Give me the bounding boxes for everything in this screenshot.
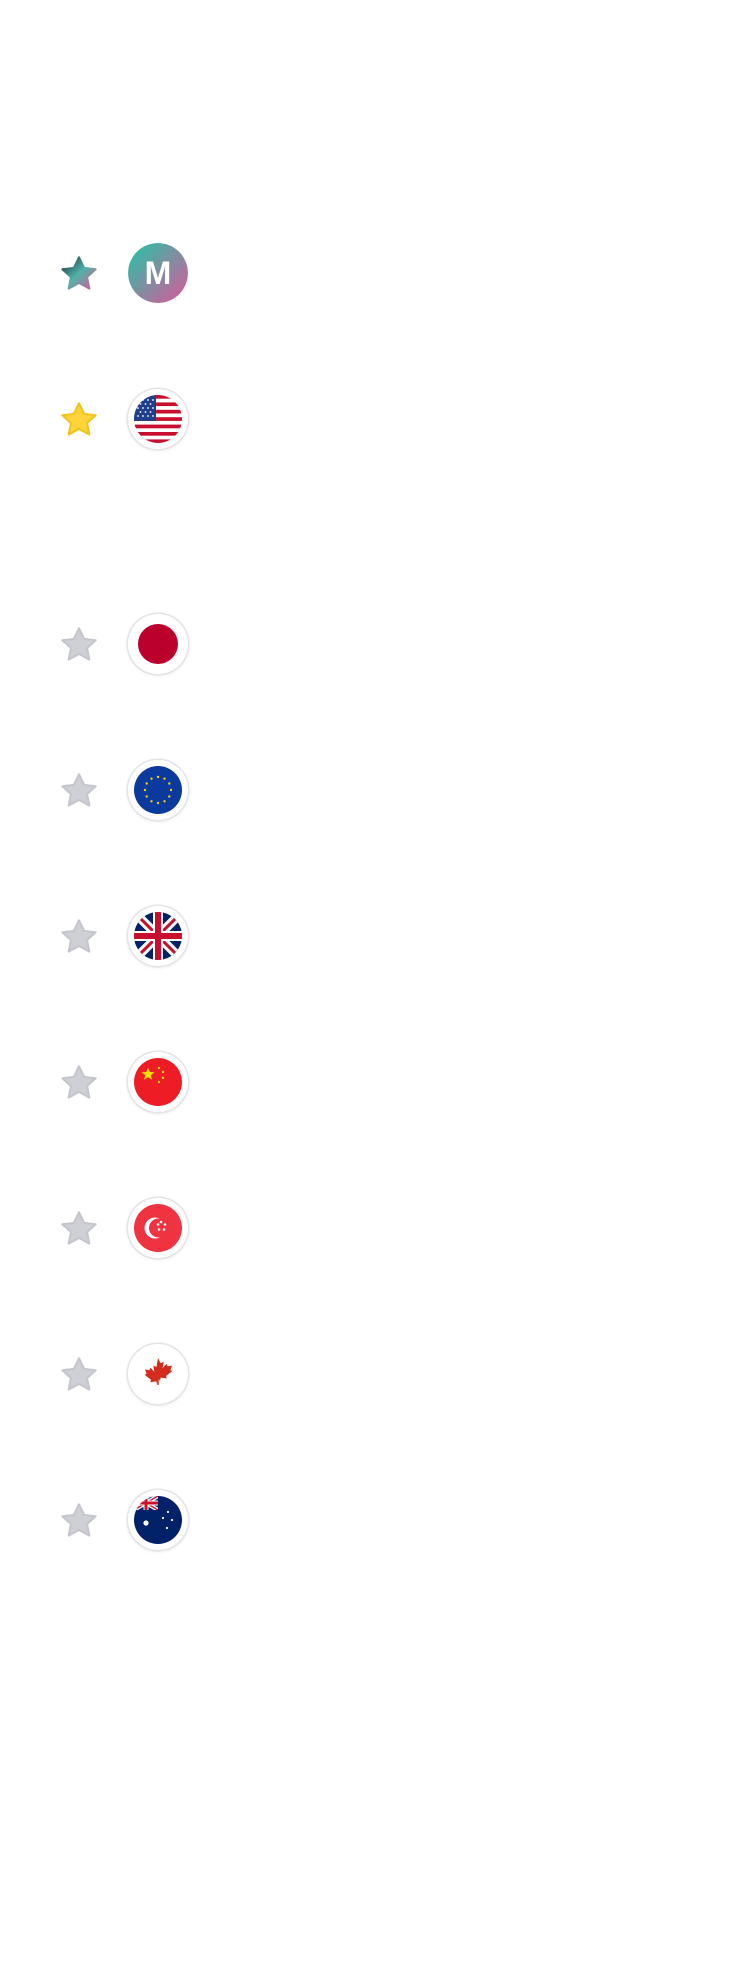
list-item-china[interactable] [0, 1042, 750, 1122]
china-flag-icon [128, 1052, 188, 1112]
canada-flag-icon [128, 1344, 188, 1404]
list-item-brand[interactable]: M [0, 233, 750, 313]
star-filled-icon[interactable] [58, 399, 100, 441]
japan-flag-icon [128, 614, 188, 674]
list-item-australia[interactable] [0, 1480, 750, 1560]
star-outline-icon[interactable] [58, 1208, 100, 1250]
brand-letter: M [145, 255, 172, 291]
list-item-usa[interactable] [0, 379, 750, 459]
singapore-flag-icon [128, 1198, 188, 1258]
star-outline-icon[interactable] [58, 1354, 100, 1396]
m-brand-logo: M [128, 243, 188, 303]
list-item-canada[interactable] [0, 1334, 750, 1414]
list-item-japan[interactable] [0, 604, 750, 684]
eu-flag-icon [128, 760, 188, 820]
star-outline-icon[interactable] [58, 916, 100, 958]
star-gradient-icon[interactable] [58, 253, 100, 295]
star-outline-icon[interactable] [58, 624, 100, 666]
star-outline-icon[interactable] [58, 1500, 100, 1542]
list-item-european-union[interactable] [0, 750, 750, 830]
uk-flag-icon [128, 906, 188, 966]
us-flag-icon [128, 389, 188, 449]
australia-flag-icon [128, 1490, 188, 1550]
star-outline-icon[interactable] [58, 1062, 100, 1104]
list-item-singapore[interactable] [0, 1188, 750, 1268]
star-outline-icon[interactable] [58, 770, 100, 812]
list-item-united-kingdom[interactable] [0, 896, 750, 976]
